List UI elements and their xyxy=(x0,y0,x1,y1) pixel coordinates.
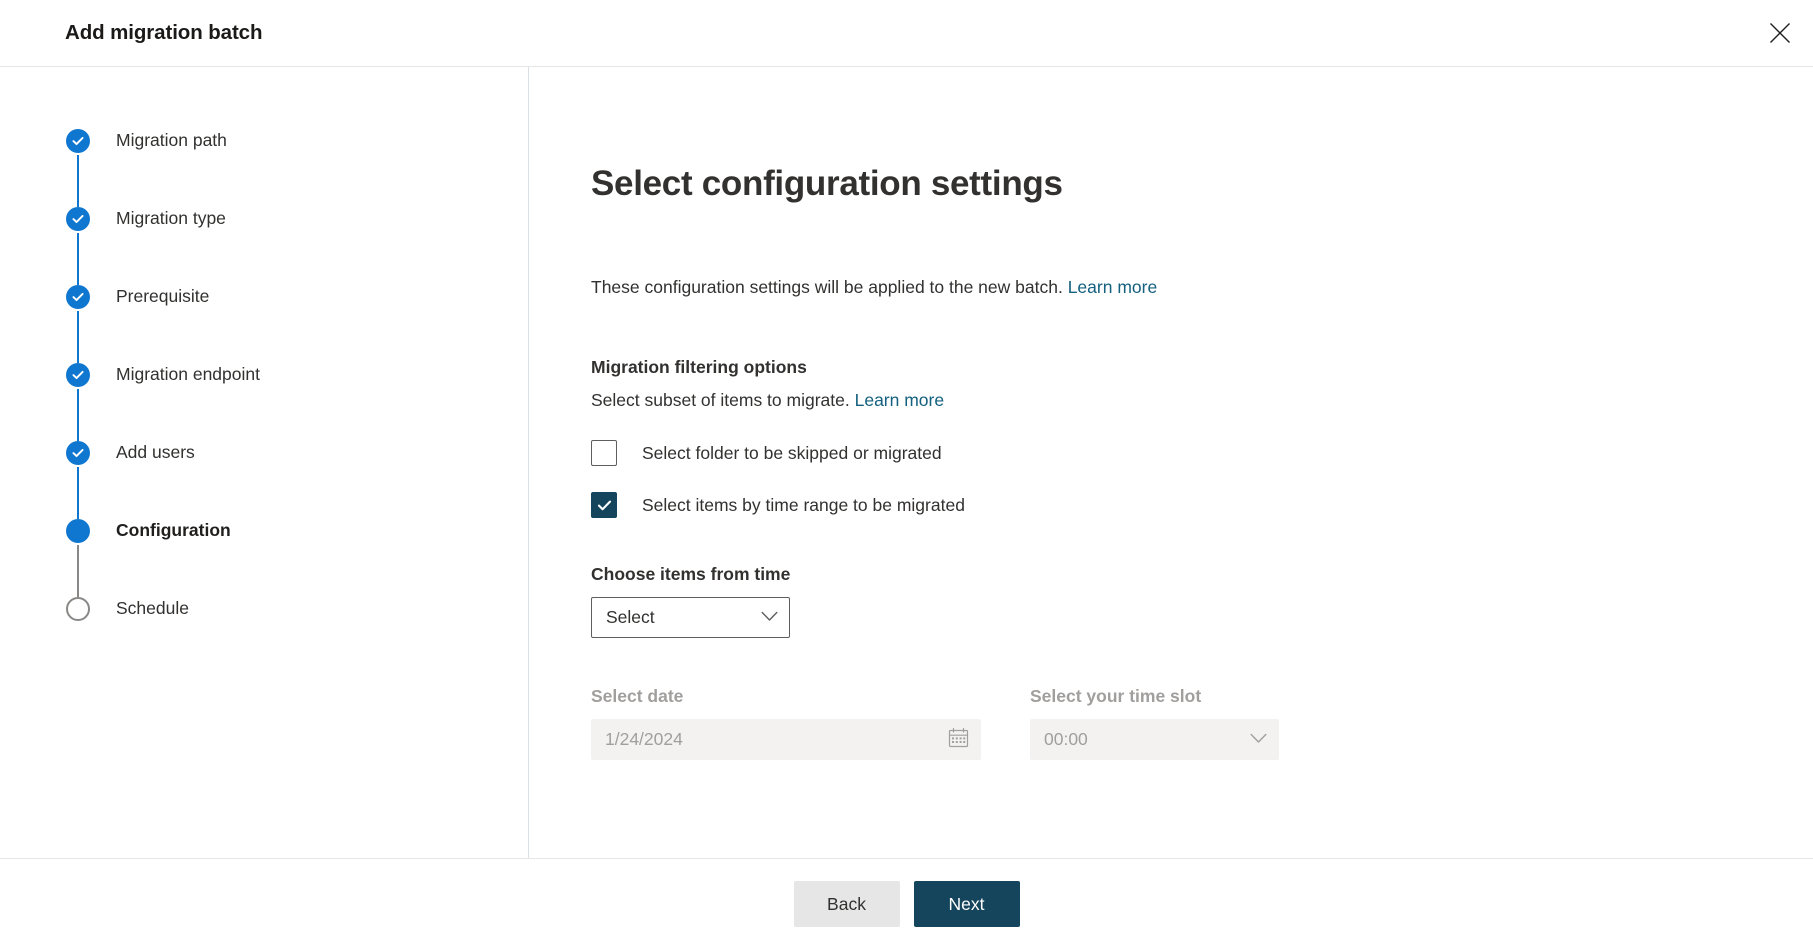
checkbox-label: Select folder to be skipped or migrated xyxy=(642,441,942,465)
dialog-body: Migration path Migration type xyxy=(0,67,1813,859)
intro-text: These configuration settings will be app… xyxy=(591,275,1813,299)
checkbox-checked-icon[interactable] xyxy=(591,492,617,518)
sidebar-step-prerequisite[interactable]: Prerequisite xyxy=(0,283,528,361)
step-connector xyxy=(77,155,79,207)
close-icon xyxy=(1769,22,1791,44)
checkbox-unchecked-icon[interactable] xyxy=(591,440,617,466)
add-migration-batch-dialog: Add migration batch xyxy=(0,0,1813,949)
wizard-stepper: Migration path Migration type xyxy=(0,67,529,858)
sidebar-step-migration-endpoint[interactable]: Migration endpoint xyxy=(0,361,528,439)
back-button[interactable]: Back xyxy=(794,881,900,927)
select-time-slot-value: 00:00 xyxy=(1044,729,1088,750)
sidebar-step-schedule[interactable]: Schedule xyxy=(0,595,528,673)
page-title: Select configuration settings xyxy=(591,163,1813,205)
step-complete-icon xyxy=(66,285,90,309)
step-connector xyxy=(77,311,79,363)
chevron-down-icon xyxy=(761,609,778,627)
step-connector xyxy=(77,233,79,285)
select-time-slot-dropdown: 00:00 xyxy=(1030,719,1279,760)
step-pending-icon xyxy=(66,597,90,621)
sidebar-step-migration-type[interactable]: Migration type xyxy=(0,205,528,283)
filtering-section-title: Migration filtering options xyxy=(591,355,1813,379)
dialog-title: Add migration batch xyxy=(65,21,262,45)
chevron-down-icon xyxy=(1250,731,1267,749)
step-label: Prerequisite xyxy=(116,283,209,309)
sidebar-step-configuration[interactable]: Configuration xyxy=(0,517,528,595)
step-label: Add users xyxy=(116,439,195,465)
calendar-icon xyxy=(948,727,969,753)
choose-items-from-time-group: Choose items from time Select xyxy=(591,562,1813,638)
dialog-header: Add migration batch xyxy=(0,0,1813,67)
sidebar-step-migration-path[interactable]: Migration path xyxy=(0,127,528,205)
step-marker xyxy=(66,363,90,387)
step-label: Schedule xyxy=(116,595,189,621)
select-time-slot-label: Select your time slot xyxy=(1030,684,1279,708)
step-marker xyxy=(66,441,90,465)
step-complete-icon xyxy=(66,441,90,465)
choose-items-from-time-label: Choose items from time xyxy=(591,562,1813,586)
intro-sentence: These configuration settings will be app… xyxy=(591,277,1063,297)
select-date-label: Select date xyxy=(591,684,981,708)
step-connector xyxy=(77,545,79,597)
step-marker xyxy=(66,207,90,231)
select-date-value: 1/24/2024 xyxy=(605,729,683,750)
close-button[interactable] xyxy=(1747,0,1813,66)
dialog-footer: Back Next xyxy=(0,859,1813,949)
configuration-panel: Select configuration settings These conf… xyxy=(529,67,1813,858)
step-current-icon xyxy=(66,519,90,543)
select-date-input: 1/24/2024 xyxy=(591,719,981,760)
step-complete-icon xyxy=(66,129,90,153)
choose-items-from-time-dropdown[interactable]: Select xyxy=(591,597,790,638)
step-connector xyxy=(77,389,79,441)
intro-learn-more-link[interactable]: Learn more xyxy=(1068,277,1158,297)
next-button[interactable]: Next xyxy=(914,881,1020,927)
step-label: Migration type xyxy=(116,205,226,231)
step-connector xyxy=(77,467,79,519)
step-marker xyxy=(66,519,90,543)
filtering-subtitle-text: Select subset of items to migrate. xyxy=(591,390,850,410)
checkbox-select-folder[interactable]: Select folder to be skipped or migrated xyxy=(591,440,1813,466)
step-label: Migration endpoint xyxy=(116,361,260,387)
checkbox-label: Select items by time range to be migrate… xyxy=(642,493,965,517)
checkbox-select-time-range[interactable]: Select items by time range to be migrate… xyxy=(591,492,1813,518)
step-complete-icon xyxy=(66,207,90,231)
step-complete-icon xyxy=(66,363,90,387)
step-marker xyxy=(66,597,90,621)
filtering-learn-more-link[interactable]: Learn more xyxy=(855,390,945,410)
dropdown-selected-value: Select xyxy=(606,607,655,628)
step-marker xyxy=(66,129,90,153)
select-date-group: Select date 1/24/2024 xyxy=(591,684,981,760)
date-time-row: Select date 1/24/2024 xyxy=(591,684,1813,760)
step-label: Configuration xyxy=(116,517,231,543)
select-time-slot-group: Select your time slot 00:00 xyxy=(1030,684,1279,760)
sidebar-step-add-users[interactable]: Add users xyxy=(0,439,528,517)
filtering-section-subtitle: Select subset of items to migrate. Learn… xyxy=(591,388,1813,412)
step-marker xyxy=(66,285,90,309)
step-label: Migration path xyxy=(116,127,227,153)
